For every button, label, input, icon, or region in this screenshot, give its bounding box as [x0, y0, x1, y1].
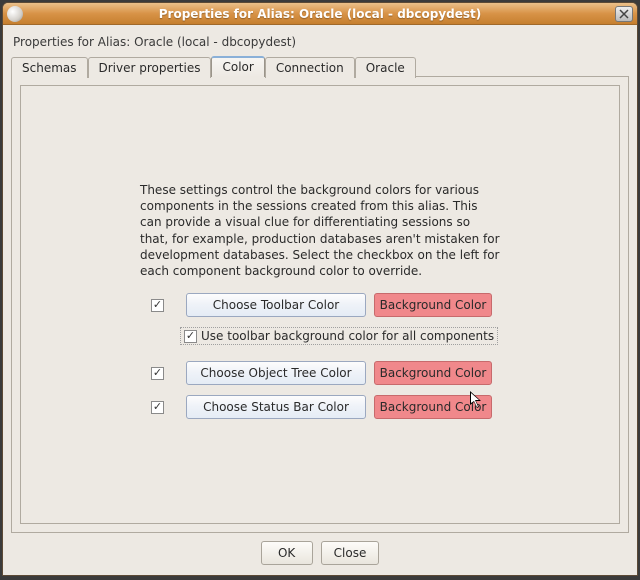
color-panel: These settings control the background co… [20, 85, 620, 524]
close-button[interactable]: Close [321, 541, 380, 565]
use-toolbar-for-all-checkbox[interactable] [184, 330, 197, 343]
toolbar-color-checkbox[interactable] [151, 299, 164, 312]
close-icon[interactable] [615, 6, 633, 22]
status-bar-color-row: Choose Status Bar Color Background Color [140, 395, 500, 419]
color-settings-block: These settings control the background co… [140, 182, 500, 429]
dialog-subtitle: Properties for Alias: Oracle (local - db… [11, 33, 629, 55]
tab-connection[interactable]: Connection [265, 57, 355, 78]
app-icon [7, 6, 23, 22]
dialog-footer: OK Close [11, 533, 629, 571]
choose-status-bar-color-button[interactable]: Choose Status Bar Color [186, 395, 366, 419]
tab-schemas[interactable]: Schemas [11, 57, 88, 78]
choose-object-tree-color-button[interactable]: Choose Object Tree Color [186, 361, 366, 385]
status-bar-color-swatch[interactable]: Background Color [374, 395, 492, 419]
dialog-window: Properties for Alias: Oracle (local - db… [2, 2, 638, 576]
object-tree-color-row: Choose Object Tree Color Background Colo… [140, 361, 500, 385]
content-area: Properties for Alias: Oracle (local - db… [3, 25, 637, 575]
tab-panel: These settings control the background co… [11, 76, 629, 533]
toolbar-color-row: Choose Toolbar Color Background Color [140, 293, 500, 317]
toolbar-color-swatch[interactable]: Background Color [374, 293, 492, 317]
titlebar[interactable]: Properties for Alias: Oracle (local - db… [3, 3, 637, 25]
window-title: Properties for Alias: Oracle (local - db… [3, 7, 637, 21]
object-tree-color-swatch[interactable]: Background Color [374, 361, 492, 385]
tab-color[interactable]: Color [211, 56, 264, 77]
use-toolbar-for-all-label: Use toolbar background color for all com… [201, 329, 494, 343]
tabs-row: Schemas Driver properties Color Connecti… [11, 55, 629, 77]
status-bar-color-checkbox[interactable] [151, 401, 164, 414]
object-tree-color-checkbox[interactable] [151, 367, 164, 380]
ok-button[interactable]: OK [261, 541, 313, 565]
tab-oracle[interactable]: Oracle [355, 57, 416, 78]
use-toolbar-for-all-row: Use toolbar background color for all com… [180, 327, 498, 345]
color-description: These settings control the background co… [140, 182, 500, 279]
choose-toolbar-color-button[interactable]: Choose Toolbar Color [186, 293, 366, 317]
tab-driver-properties[interactable]: Driver properties [88, 57, 212, 78]
